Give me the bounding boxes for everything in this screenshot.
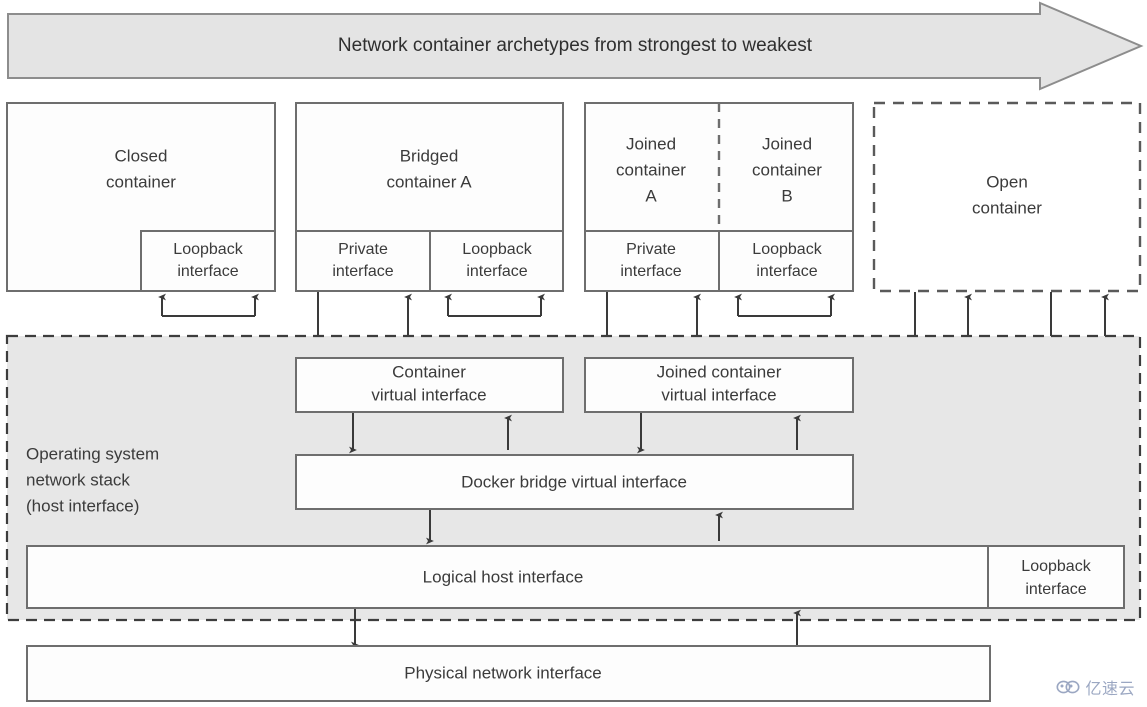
joined-loopback-label-line2: interface [756, 263, 817, 280]
watermark-text: 亿速云 [1085, 679, 1135, 698]
joined-loopback-label-line1: Loopback [752, 241, 822, 258]
bridged-private-label-line1: Private [338, 241, 388, 258]
logical-host-interface-label: Logical host interface [423, 567, 584, 586]
closed-loopback-interface-box [140, 230, 276, 292]
bridged-loopback-label-line1: Loopback [462, 241, 532, 258]
bridged-loopback-label-line2: interface [466, 263, 527, 280]
open-container-box [872, 101, 1142, 293]
joined-containers: Joined container A Joined container B Pr… [584, 102, 854, 362]
container-vif-label-line2: virtual interface [371, 385, 486, 404]
open-container-title-line2: container [972, 198, 1042, 217]
closed-loopback-label-line1: Loopback [173, 241, 243, 258]
network-archetypes-diagram: Network container archetypes from strong… [5, 1, 1144, 702]
joined-loopback-selfloop [734, 293, 836, 317]
os-stack-label-line1: Operating system [26, 444, 159, 463]
open-container-title-line1: Open [986, 172, 1028, 191]
joined-container-a-title-line2: container [616, 160, 686, 179]
bridged-container: Bridged container A Private interface Lo… [295, 102, 564, 362]
closed-container-title-line2: container [106, 172, 176, 191]
joined-container-b-title-line1: Joined [762, 134, 812, 153]
docker-bridge-vif-label: Docker bridge virtual interface [461, 472, 687, 491]
joined-container-b-title-line3: B [781, 186, 792, 205]
joined-container-b-title-line2: container [752, 160, 822, 179]
joined-container-a-title-line3: A [645, 186, 657, 205]
os-stack-label-line2: network stack [26, 470, 130, 489]
joined-container-a-title-line1: Joined [626, 134, 676, 153]
host-loopback-label-line2: interface [1025, 581, 1086, 598]
banner-arrow: Network container archetypes from strong… [7, 1, 1144, 91]
bridged-loopback-selfloop [444, 293, 546, 317]
joined-private-label-line1: Private [626, 241, 676, 258]
joined-container-vif-label-line1: Joined container [657, 362, 782, 381]
bridged-container-title-line2: container A [386, 172, 472, 191]
joined-container-vif-label-line2: virtual interface [661, 385, 776, 404]
physical-network-interface: Physical network interface [26, 645, 991, 702]
os-stack-label-line3: (host interface) [26, 496, 139, 515]
container-vif-label-line1: Container [392, 362, 466, 381]
joined-private-label-line2: interface [620, 263, 681, 280]
physical-network-interface-label: Physical network interface [404, 663, 601, 682]
bridged-private-label-line2: interface [332, 263, 393, 280]
closed-loopback-label-line2: interface [177, 263, 238, 280]
banner-label: Network container archetypes from strong… [338, 35, 813, 56]
bridged-container-title-line1: Bridged [400, 146, 459, 165]
watermark: 亿速云 [1056, 675, 1135, 699]
closed-container: Closed container Loopback interface [6, 102, 276, 317]
cloud-logo-icon [1056, 680, 1080, 694]
closed-loopback-selfloop [158, 293, 260, 317]
logical-host-interface: Logical host interface Loopback interfac… [26, 545, 1125, 649]
host-loopback-label-line1: Loopback [1021, 558, 1091, 575]
closed-container-title-line1: Closed [115, 146, 168, 165]
